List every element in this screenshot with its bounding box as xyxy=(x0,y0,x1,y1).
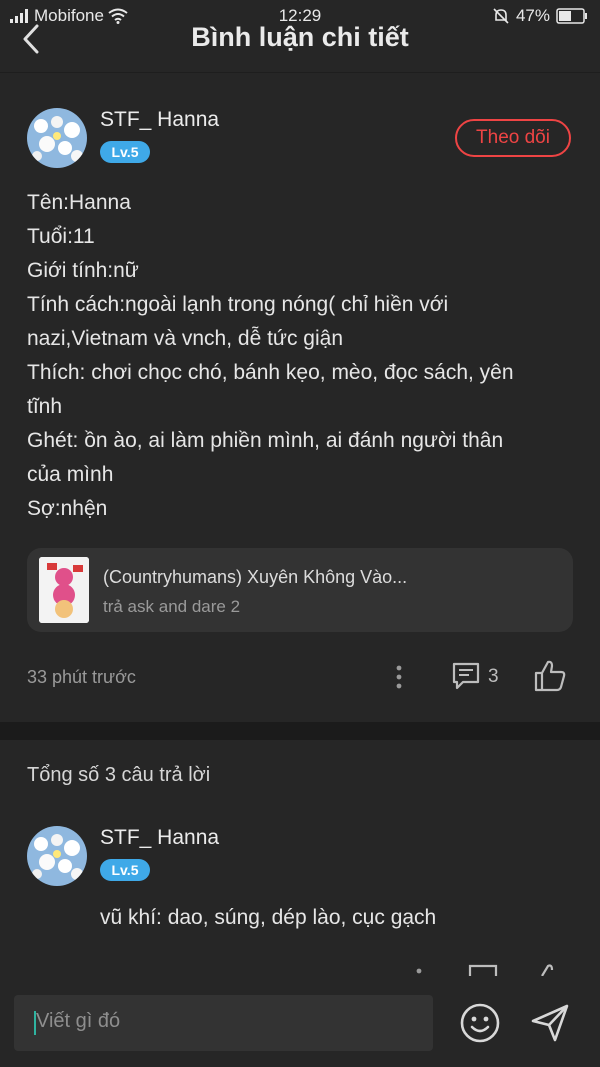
like-icon[interactable] xyxy=(532,658,568,694)
story-chapter: trả ask and dare 2 xyxy=(103,597,241,616)
comment-line: tĩnh xyxy=(27,395,63,418)
emoji-icon[interactable] xyxy=(459,1002,501,1044)
reply-avatar[interactable] xyxy=(27,826,87,886)
avatar-image xyxy=(27,108,87,168)
send-icon[interactable] xyxy=(528,1001,572,1045)
comment-line: Ghét: ồn ào, ai làm phiền mình, ai đánh … xyxy=(27,429,504,452)
username[interactable]: STF_ Hanna xyxy=(100,108,219,132)
replies-total: Tổng số 3 câu trả lời xyxy=(27,764,211,786)
comment-line: Giới tính:nữ xyxy=(27,259,139,282)
comment-line: nazi,Vietnam và vnch, dễ tức giận xyxy=(27,327,344,350)
section-divider xyxy=(0,722,600,740)
top-bar: Bình luận chi tiết xyxy=(0,22,600,72)
reply-text: vũ khí: dao, súng, dép lào, cục gạch xyxy=(100,906,437,929)
header-divider xyxy=(0,72,600,73)
comment-count: 3 xyxy=(488,666,499,687)
reply-more-icon[interactable] xyxy=(410,966,428,976)
avatar-image xyxy=(27,826,87,886)
comment-line: Tính cách:ngoài lạnh trong nóng( chỉ hiề… xyxy=(27,293,449,316)
comment-time: 33 phút trước xyxy=(27,667,136,687)
level-badge: Lv.5 xyxy=(100,141,150,163)
comment-line: của mình xyxy=(27,463,114,486)
comment-line: Tên:Hanna xyxy=(27,191,131,214)
reply-comment-icon[interactable] xyxy=(468,964,498,976)
avatar[interactable] xyxy=(27,108,87,168)
reply-level-badge: Lv.5 xyxy=(100,859,150,881)
story-card[interactable]: (Countryhumans) Xuyên Không Vào... trả a… xyxy=(27,548,573,632)
story-cover xyxy=(39,557,89,623)
reply-like-icon[interactable] xyxy=(538,962,568,976)
reply-username[interactable]: STF_ Hanna xyxy=(100,826,219,850)
comment-line: Tuổi:11 xyxy=(27,225,95,248)
comment-line: Thích: chơi chọc chó, bánh kẹo, mèo, đọc… xyxy=(27,361,514,384)
comment-line: Sợ:nhện xyxy=(27,497,108,520)
follow-button[interactable]: Theo dõi xyxy=(455,119,571,157)
story-title: (Countryhumans) Xuyên Không Vào... xyxy=(103,567,408,587)
input-placeholder: Viết gì đó xyxy=(36,1010,121,1032)
comment-input[interactable]: Viết gì đó xyxy=(14,995,433,1051)
comment-icon[interactable] xyxy=(450,660,482,692)
page-title: Bình luận chi tiết xyxy=(191,22,409,52)
more-options-icon[interactable] xyxy=(390,662,408,692)
comment-body: Tên:Hanna Tuổi:11 Giới tính:nữ Tính cách… xyxy=(27,186,567,526)
